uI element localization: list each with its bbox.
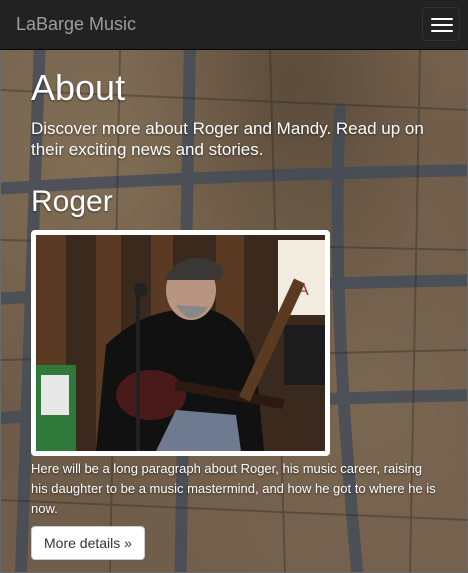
navbar: LaBarge Music bbox=[0, 0, 468, 50]
page-lead: Discover more about Roger and Mandy. Rea… bbox=[31, 119, 424, 159]
hamburger-menu-icon bbox=[431, 30, 453, 32]
roger-photo: A bbox=[31, 230, 330, 456]
brand-link[interactable]: LaBarge Music bbox=[16, 14, 136, 34]
hamburger-menu-icon bbox=[431, 24, 453, 26]
nav-toggle-button[interactable] bbox=[422, 7, 460, 41]
hamburger-menu-icon bbox=[431, 18, 453, 20]
page-title: About bbox=[31, 67, 126, 108]
more-details-button[interactable]: More details » bbox=[31, 526, 145, 560]
section-title-roger: Roger bbox=[31, 185, 113, 218]
roger-bio: Here will be a long paragraph about Roge… bbox=[31, 461, 436, 516]
